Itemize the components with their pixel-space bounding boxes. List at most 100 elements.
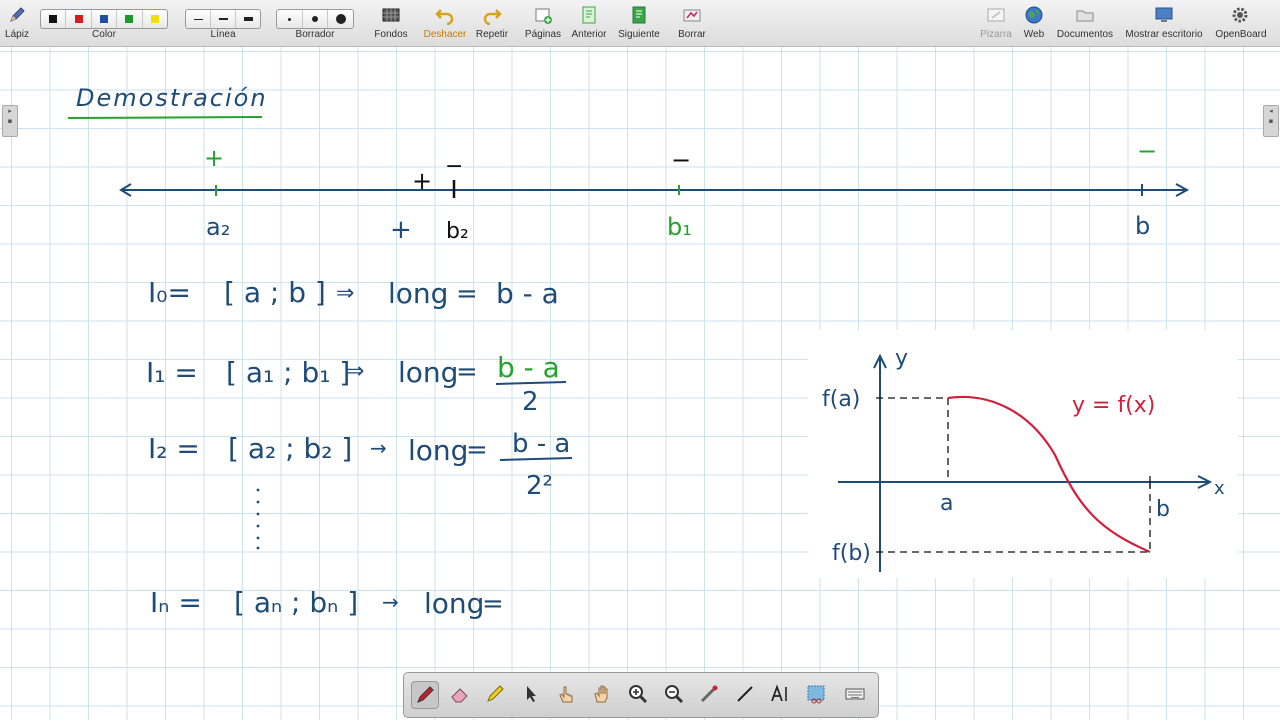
board-drawing: Demostración a₂ b₂ b₁ b + + − − − + I₀= … [67,84,1238,620]
top-toolbar: Lápiz Color Línea Borrador Fondos Deshac… [0,0,1280,47]
implies-icon: ⇒ [336,281,354,306]
interval-row-2: I₂ = [ a₂ ; b₂ ] → long = b - a 2² [148,429,573,501]
label-a2: a₂ [206,213,230,241]
graph-background [808,330,1238,578]
monitor-icon [1155,7,1173,22]
backgrounds-button[interactable]: Fondos [370,0,412,46]
redo-button[interactable]: Repetir [472,0,512,46]
hand-tap-icon [559,686,573,703]
color-red[interactable] [66,10,92,28]
interval-name: I₀= [148,276,191,309]
capture-tool-button[interactable] [803,681,829,707]
zoom-in-button[interactable] [625,681,651,707]
color-blue[interactable] [92,10,118,28]
sign-minus-b1: − [671,146,691,174]
color-label: Color [92,29,116,40]
color-palette [40,9,168,29]
web-label: Web [1023,29,1045,40]
capture-icon [807,685,825,704]
interact-tool-button[interactable] [553,681,579,707]
pencil-tool[interactable]: Lápiz [0,0,34,46]
zoom-out-icon [665,685,684,704]
equals-sign: = [456,357,478,387]
pointer-icon [527,686,536,702]
openboard-label: OpenBoard [1215,29,1267,40]
equals-sign: = [482,589,504,619]
y-axis-label: y [895,346,908,371]
color-green[interactable] [117,10,143,28]
line-thick[interactable] [236,10,260,28]
function-graph: y x f(a) f(b) a b y = f(x) [808,330,1238,578]
curve-label: y = f(x) [1072,393,1155,418]
highlighter-tool-button[interactable] [482,681,508,707]
label-b: b [1135,212,1150,240]
redo-label: Repetir [475,29,509,40]
b-point-label: b [1156,497,1170,522]
grid-background-icon [382,8,400,22]
board-mode-button[interactable]: Pizarra [978,0,1014,46]
eraser-medium[interactable] [303,10,329,28]
long-text: long [408,434,468,467]
eraser-large[interactable] [328,10,353,28]
fraction-denominator: 2 [522,387,539,417]
zoom-out-button[interactable] [661,681,687,707]
documents-button[interactable]: Documentos [1054,0,1116,46]
fb-label: f(b) [832,541,871,566]
equals-sign: = [466,435,488,465]
pan-tool-button[interactable] [589,681,615,707]
color-black[interactable] [41,10,67,28]
fraction-numerator: b - a [497,351,560,384]
interval-bracket: [ a ; b ] [224,276,326,309]
x-axis-label: x [1214,478,1225,499]
eraser-small[interactable] [277,10,303,28]
pages-button[interactable]: Páginas [522,0,564,46]
laser-pointer-button[interactable] [696,681,722,707]
fraction-numerator: b - a [512,429,570,459]
color-yellow[interactable] [143,10,167,28]
clear-label: Borrar [678,29,706,40]
equals-sign: = [456,279,478,309]
eraser-icon [451,688,468,703]
line-label: Línea [210,29,236,40]
arrow-icon: → [382,590,399,614]
text-icon [771,684,787,702]
board-icon [987,8,1005,22]
line-medium[interactable] [211,10,236,28]
next-page-button[interactable]: Siguiente [615,0,663,46]
long-text: long [388,277,448,310]
sign-plus-below: + [390,215,412,245]
line-tool-button[interactable] [732,681,758,707]
openboard-menu-button[interactable]: OpenBoard [1210,0,1272,46]
add-page-icon [535,8,552,24]
line-group: Línea [185,0,261,46]
previous-page-icon [582,6,596,24]
number-line [119,180,1190,198]
board-label: Pizarra [980,29,1012,40]
highlighter-icon [487,685,504,702]
line-width-selector [185,9,261,29]
line-thin[interactable] [186,10,211,28]
arrow-icon: → [370,436,387,460]
interval-bracket: [ a₂ ; b₂ ] [228,432,352,465]
show-desktop-button[interactable]: Mostrar escritorio [1120,0,1208,46]
undo-icon [435,9,454,25]
undo-button[interactable]: Deshacer [421,0,469,46]
folder-icon [1076,10,1094,22]
select-tool-button[interactable] [518,681,544,707]
clear-button[interactable]: Borrar [672,0,712,46]
pen-tool-button[interactable] [411,681,439,709]
previous-page-button[interactable]: Anterior [568,0,610,46]
text-tool-button[interactable] [767,681,793,707]
eraser-tool-button[interactable] [447,681,473,707]
globe-icon [1025,6,1043,24]
sign-minus-b: − [1137,137,1157,165]
virtual-keyboard-button[interactable] [842,681,868,707]
a-point-label: a [940,491,953,516]
whiteboard-canvas[interactable]: ▸ ▪ ◂ ▪ Demostración a₂ b₂ b₁ b + + − − − … [0,47,1280,720]
web-button[interactable]: Web [1018,0,1050,46]
long-text: long [424,587,484,620]
interval-row-1: I₁ = [ a₁ ; b₁ ] ⇒ long = b - a 2 [146,351,567,417]
interval-name: Iₙ = [150,586,202,619]
laser-icon [700,685,718,703]
sign-plus-a2: + [204,144,224,172]
